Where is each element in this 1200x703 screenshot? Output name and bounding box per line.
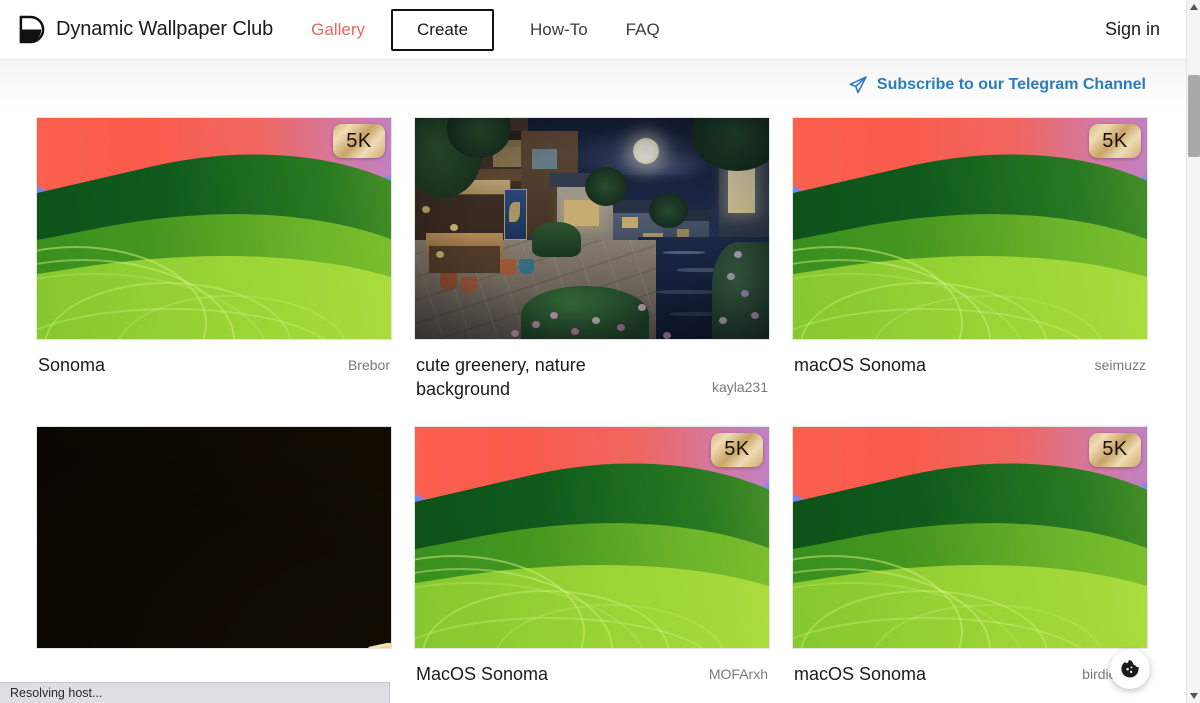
site-header: Dynamic Wallpaper Club Gallery Create Ho… [0, 0, 1186, 60]
telegram-subscribe-label: Subscribe to our Telegram Channel [876, 76, 1146, 93]
wallpaper-card[interactable]: 5K macOS Sonoma birdielala2 [792, 425, 1148, 686]
main-nav: Gallery Create How-To FAQ [299, 8, 672, 51]
wallpaper-card[interactable]: 5K macOS Sonoma seimuzz [792, 117, 1148, 402]
wallpaper-card[interactable] [36, 425, 392, 686]
resolution-badge: 5K [711, 432, 763, 467]
wallpaper-title: MacOS Sonoma [416, 663, 549, 684]
nav-item-gallery[interactable]: Gallery [299, 14, 377, 46]
cookie-icon [1121, 660, 1139, 678]
wallpaper-thumbnail[interactable] [414, 117, 770, 340]
resolution-badge: 5K [1089, 124, 1141, 158]
wallpaper-thumbnail[interactable]: 5K [414, 425, 770, 649]
wallpaper-author[interactable]: seimuzz [1095, 353, 1146, 373]
wallpaper-thumbnail[interactable]: 5K [36, 117, 392, 340]
browser-status-bar: Resolving host... [0, 682, 390, 703]
wallpaper-thumbnail[interactable]: 5K [792, 425, 1148, 649]
wallpaper-meta: MacOS Sonoma MOFArxh [414, 649, 770, 686]
telegram-subbar: Subscribe to our Telegram Channel [0, 60, 1186, 110]
wallpaper-title: macOS Sonoma [794, 663, 927, 684]
wallpaper-card[interactable]: 5K MacOS Sonoma MOFArxh [414, 425, 770, 686]
dynamic-wallpaper-logo-icon [19, 15, 45, 44]
anime-street-wallpaper-art [415, 118, 769, 339]
scroll-up-arrow-icon[interactable] [1187, 0, 1200, 14]
browser-window: Dynamic Wallpaper Club Gallery Create Ho… [0, 0, 1200, 703]
wallpaper-author[interactable]: MOFArxh [709, 662, 768, 682]
sign-in-link[interactable]: Sign in [1105, 19, 1160, 40]
wallpaper-title: cute greenery, nature background [416, 355, 586, 400]
scrollbar-thumb[interactable] [1188, 75, 1200, 157]
resolution-badge: 5K [333, 124, 385, 158]
wallpaper-author[interactable]: kayla231 [712, 353, 768, 395]
wallpaper-meta: macOS Sonoma birdielala2 [792, 649, 1148, 686]
wallpaper-grid: 5K Sonoma Brebor cute greenery, nature b… [36, 117, 1186, 686]
wallpaper-card[interactable]: cute greenery, nature background kayla23… [414, 117, 770, 402]
wallpaper-title: macOS Sonoma [794, 355, 927, 375]
wallpaper-meta: cute greenery, nature background kayla23… [414, 340, 770, 402]
wallpaper-author[interactable]: Brebor [348, 353, 390, 373]
wallpaper-gallery: 5K Sonoma Brebor cute greenery, nature b… [0, 110, 1186, 686]
wallpaper-thumbnail[interactable]: 5K [792, 117, 1148, 340]
scroll-down-arrow-icon[interactable] [1187, 689, 1200, 703]
page-viewport: Dynamic Wallpaper Club Gallery Create Ho… [0, 0, 1186, 703]
brand-home-link[interactable]: Dynamic Wallpaper Club [18, 15, 273, 44]
nav-item-create-button[interactable]: Create [391, 8, 495, 51]
wallpaper-meta [36, 649, 392, 666]
page-scrollbar[interactable] [1186, 0, 1200, 703]
paper-plane-icon [849, 76, 867, 94]
resolution-badge: 5K [1089, 432, 1141, 467]
telegram-subscribe-link[interactable]: Subscribe to our Telegram Channel [848, 75, 1146, 95]
nav-item-how-to[interactable]: How-To [518, 14, 600, 46]
gold-fan-wallpaper-art [37, 426, 391, 648]
nav-item-faq[interactable]: FAQ [614, 14, 672, 46]
wallpaper-card[interactable]: 5K Sonoma Brebor [36, 117, 392, 402]
wallpaper-meta: macOS Sonoma seimuzz [792, 340, 1148, 377]
wallpaper-meta: Sonoma Brebor [36, 340, 392, 377]
wallpaper-thumbnail[interactable] [36, 425, 392, 649]
brand-name: Dynamic Wallpaper Club [56, 18, 274, 40]
status-text: Resolving host... [10, 686, 103, 700]
wallpaper-title: Sonoma [38, 355, 106, 375]
cookie-settings-button[interactable] [1110, 649, 1150, 689]
